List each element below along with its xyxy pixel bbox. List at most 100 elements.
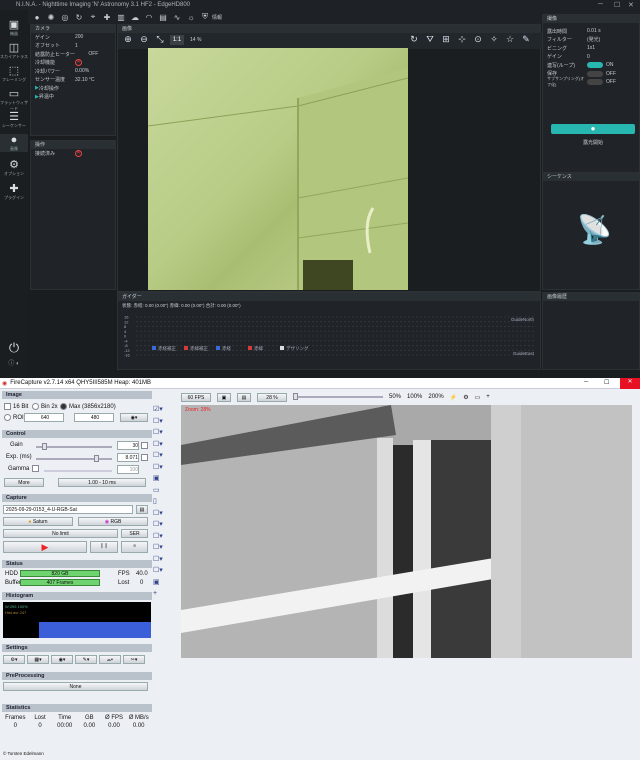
roi-height-field[interactable]: 480: [74, 413, 114, 422]
settings-gear-icon[interactable]: ⚙: [463, 394, 468, 401]
roi-options-button[interactable]: ◉▾: [120, 413, 148, 422]
zoom-out-icon[interactable]: ⊖: [138, 34, 150, 46]
imaging-row[interactable]: 連写(ループ) ON: [543, 61, 639, 70]
close-icon[interactable]: ✕: [628, 1, 634, 9]
gain-slider-knob[interactable]: [42, 443, 47, 450]
zoom-in-icon[interactable]: ⊕: [122, 34, 134, 46]
fps-button[interactable]: 60 FPS: [181, 392, 211, 402]
bulb-icon[interactable]: ☼: [184, 13, 198, 22]
folder-icon[interactable]: ▤: [136, 505, 148, 514]
tool-icons[interactable]: ☑▾ ☐▾ ☐▾ ☐▾ ☐▾ ☐▾ ▣ ▭ ▯ ☐▾ ☐▾ ☐▾ ☐▾ ☐▾ ☐▾ ▣ +: [153, 404, 179, 600]
minimize-icon[interactable]: ─: [584, 379, 588, 385]
bits16-checkbox[interactable]: [4, 403, 11, 410]
start-capture-button[interactable]: ●: [551, 124, 635, 134]
fit-icon[interactable]: ⤡: [154, 34, 166, 46]
maximize-icon[interactable]: ☐: [614, 1, 620, 9]
gamma-checkbox[interactable]: [32, 465, 39, 472]
telescope-icon[interactable]: ⌖: [86, 12, 100, 22]
dome-icon[interactable]: ◠: [142, 13, 156, 22]
preprocessing-button[interactable]: None: [3, 682, 148, 691]
object-button[interactable]: ● Saturn: [3, 517, 73, 526]
imaging-row[interactable]: サブサンプリング(オフ化) OFF: [543, 76, 639, 87]
guider-icon[interactable]: ✚: [100, 13, 114, 22]
settings-tool-icon[interactable]: ✂▾: [123, 655, 145, 664]
power-button[interactable]: ⏻: [0, 340, 28, 356]
zoom-100-button[interactable]: 100%: [407, 394, 422, 400]
settings-pen-icon[interactable]: ✎▾: [75, 655, 97, 664]
sidebar-item-imaging[interactable]: ● 画像: [0, 134, 28, 152]
pause-button[interactable]: ❚❚: [90, 541, 118, 553]
save-toggle[interactable]: [587, 70, 603, 77]
exposure-value[interactable]: 8.071: [117, 453, 139, 462]
sidebar-item-sequencer[interactable]: ☰ シーケンサー: [0, 110, 28, 129]
switch-icon[interactable]: ▥: [114, 13, 128, 22]
zoom-1to1-button[interactable]: 1:1: [170, 35, 184, 45]
triangle-icon[interactable]: ⛛: [424, 34, 436, 46]
stop-button[interactable]: ■: [121, 541, 148, 553]
star-icon[interactable]: ☆: [504, 34, 516, 46]
imaging-row[interactable]: フィルター (発光): [543, 36, 639, 45]
max-radio[interactable]: [60, 403, 67, 410]
stats-icon[interactable]: ▤: [156, 13, 170, 22]
sidebar-item-equipment[interactable]: ▣ 機器: [0, 18, 28, 37]
crosshair-icon[interactable]: ⊹: [456, 34, 468, 46]
warm-action[interactable]: ▶ 昇温中: [31, 93, 115, 102]
imaging-row[interactable]: ビニング 1x1: [543, 44, 639, 53]
filename-field[interactable]: 2025-09-29-0153_4-U-RGB-Sat: [3, 505, 133, 514]
exposure-slider-knob[interactable]: [94, 455, 99, 462]
gamma-slider[interactable]: [44, 470, 112, 472]
exposure-auto-checkbox[interactable]: [141, 454, 148, 461]
gamma-value[interactable]: 100: [117, 465, 139, 474]
minimize-icon[interactable]: ─: [598, 1, 603, 8]
focus-icon[interactable]: ✧: [488, 34, 500, 46]
settings-color-icon[interactable]: ◉▾: [51, 655, 73, 664]
zoom-dropdown[interactable]: 28 %: [257, 392, 287, 402]
zoom-200-button[interactable]: 200%: [428, 394, 443, 400]
filter-button[interactable]: ◉ RGB: [78, 517, 148, 526]
maximize-icon[interactable]: ☐: [604, 379, 609, 386]
grid-icon[interactable]: ⊞: [440, 34, 452, 46]
weather-icon[interactable]: ☁: [128, 13, 142, 22]
fit-screen-icon[interactable]: ▣: [217, 392, 231, 402]
settings-filter-icon[interactable]: ▦▾: [27, 655, 49, 664]
target-icon[interactable]: ⊙: [472, 34, 484, 46]
gain-value[interactable]: 30: [117, 441, 139, 450]
roi-width-field[interactable]: 640: [24, 413, 64, 422]
gain-slider[interactable]: [36, 443, 112, 450]
filter-wheel-icon[interactable]: ✺: [44, 13, 58, 22]
run-icon[interactable]: ⚡: [450, 394, 457, 401]
sidebar-item-options[interactable]: ⚙ オプション: [0, 158, 28, 177]
zoom-slider[interactable]: [293, 393, 383, 400]
rotate-icon[interactable]: ↻: [408, 34, 420, 46]
sidebar-item-framing[interactable]: ⬚ フレーミング: [0, 64, 28, 83]
roi-radio[interactable]: [4, 414, 11, 421]
gain-auto-checkbox[interactable]: [141, 442, 148, 449]
add-icon[interactable]: +: [486, 394, 490, 400]
annotate-icon[interactable]: ✎: [520, 34, 532, 46]
limit-button[interactable]: No limit: [3, 529, 118, 538]
close-icon[interactable]: ✕: [620, 378, 640, 389]
sidebar-item-plugins[interactable]: ✚ プラグイン: [0, 182, 28, 201]
more-button[interactable]: More: [4, 478, 44, 487]
format-button[interactable]: SER: [121, 529, 148, 538]
zoom-slider-knob[interactable]: [293, 393, 298, 400]
exposure-slider[interactable]: [36, 455, 112, 462]
camera-icon[interactable]: ●: [30, 13, 44, 22]
record-button[interactable]: ▶: [3, 541, 87, 553]
imaging-row[interactable]: ゲイン 0: [543, 53, 639, 62]
sidebar-item-flat[interactable]: ▭ フラットウィザード: [0, 87, 28, 112]
bin2-radio[interactable]: [32, 403, 39, 410]
monitor-icon[interactable]: ▭: [475, 394, 481, 401]
rotator-icon[interactable]: ↻: [72, 13, 86, 22]
sidebar-item-skyatlas[interactable]: ◫ スカイアトラス: [0, 41, 28, 60]
imaging-row[interactable]: 露出時間 0.01 s: [543, 27, 639, 36]
cool-action[interactable]: ▶ 冷却操作: [31, 84, 115, 93]
graph-icon[interactable]: ∿: [170, 13, 184, 22]
settings-gear-icon[interactable]: ⚙▾: [3, 655, 25, 664]
focuser-icon[interactable]: ◎: [58, 13, 72, 22]
safety-icon[interactable]: ⛨: [198, 12, 212, 22]
exposure-range-button[interactable]: 1.00 - 10 ms: [58, 478, 146, 487]
settings-scope-icon[interactable]: ⌓▾: [99, 655, 121, 664]
loop-toggle[interactable]: [587, 62, 603, 69]
window-icon[interactable]: ▤: [237, 392, 251, 402]
